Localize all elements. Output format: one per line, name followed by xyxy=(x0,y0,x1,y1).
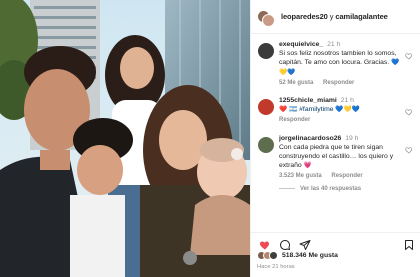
post-photo[interactable] xyxy=(0,0,250,277)
post-details-panel: leoparedes20 y camilagalantee exequielvi… xyxy=(250,0,420,277)
heart-filled-icon[interactable] xyxy=(259,239,271,251)
post-timestamp: Hace 21 horas xyxy=(257,264,295,270)
likes-count: 518.346 xyxy=(282,252,307,259)
comment-likes-count[interactable]: 52 Me gusta xyxy=(279,80,313,86)
authors-conjunction: y xyxy=(329,12,334,21)
comment-time: 19 h xyxy=(345,134,359,142)
replies-divider xyxy=(279,188,295,190)
author-avatars[interactable] xyxy=(257,8,275,27)
post-header: leoparedes20 y camilagalantee xyxy=(251,0,420,34)
paper-plane-icon[interactable] xyxy=(299,239,311,251)
reply-button[interactable]: Responder xyxy=(331,173,362,179)
avatar xyxy=(269,251,278,260)
comment-time: 21 h xyxy=(327,41,341,48)
heart-outline-icon[interactable] xyxy=(405,52,413,60)
comment-likes-count[interactable]: 3.523 Me gusta xyxy=(279,173,322,179)
comment-emojis: 💗 xyxy=(303,161,312,170)
comment-username[interactable]: 1255chicle_miami xyxy=(279,97,337,104)
family-photo-image xyxy=(0,0,250,277)
comments-list[interactable]: exequielvice_ 21 h Si sos feliz nosotros… xyxy=(251,36,420,232)
avatar[interactable] xyxy=(258,136,274,153)
comment-item: exequielvice_ 21 h Si sos feliz nosotros… xyxy=(251,40,420,88)
likes-summary[interactable]: 518.346 Me gusta xyxy=(257,251,338,260)
reply-button[interactable]: Responder xyxy=(279,117,310,123)
comment-username[interactable]: jorgelinacardoso26 xyxy=(279,135,341,142)
author-username-1[interactable]: leoparedes20 xyxy=(281,12,328,21)
comment-username[interactable]: exequielvice_ xyxy=(279,41,323,48)
avatar[interactable] xyxy=(258,99,274,116)
author-username-2[interactable]: camilagalantee xyxy=(335,12,387,21)
post-authors: leoparedes20 y camilagalantee xyxy=(281,12,388,21)
heart-outline-icon[interactable] xyxy=(405,146,413,154)
view-replies-button[interactable]: Ver las 40 respuestas xyxy=(251,186,420,192)
comment-prefix-emojis: ❤️ 🇦🇷 xyxy=(279,105,298,114)
comment-item: 1255chicle_miami 21 h ❤️ 🇦🇷 #familytime … xyxy=(251,96,420,126)
likes-label: Me gusta xyxy=(308,252,338,259)
comment-emojis: 💙💛💙 xyxy=(335,105,360,114)
avatar xyxy=(262,13,275,27)
view-replies-label: Ver las 40 respuestas xyxy=(300,185,362,192)
comment-time: 21 h xyxy=(340,97,354,105)
heart-outline-icon[interactable] xyxy=(405,108,413,116)
avatar[interactable] xyxy=(258,43,274,59)
hashtag-link[interactable]: #familytime xyxy=(299,106,333,113)
comment-item: jorgelinacardoso26 19 h Con cada piedra … xyxy=(251,134,420,182)
comment-text: Si sos feliz nosotros tambien lo somos, … xyxy=(279,50,397,67)
comment-bubble-icon[interactable] xyxy=(279,239,291,251)
bookmark-icon[interactable] xyxy=(403,239,415,251)
reply-button[interactable]: Responder xyxy=(323,80,354,86)
comment-text: Con cada piedra que te tiren sigan const… xyxy=(279,143,394,170)
